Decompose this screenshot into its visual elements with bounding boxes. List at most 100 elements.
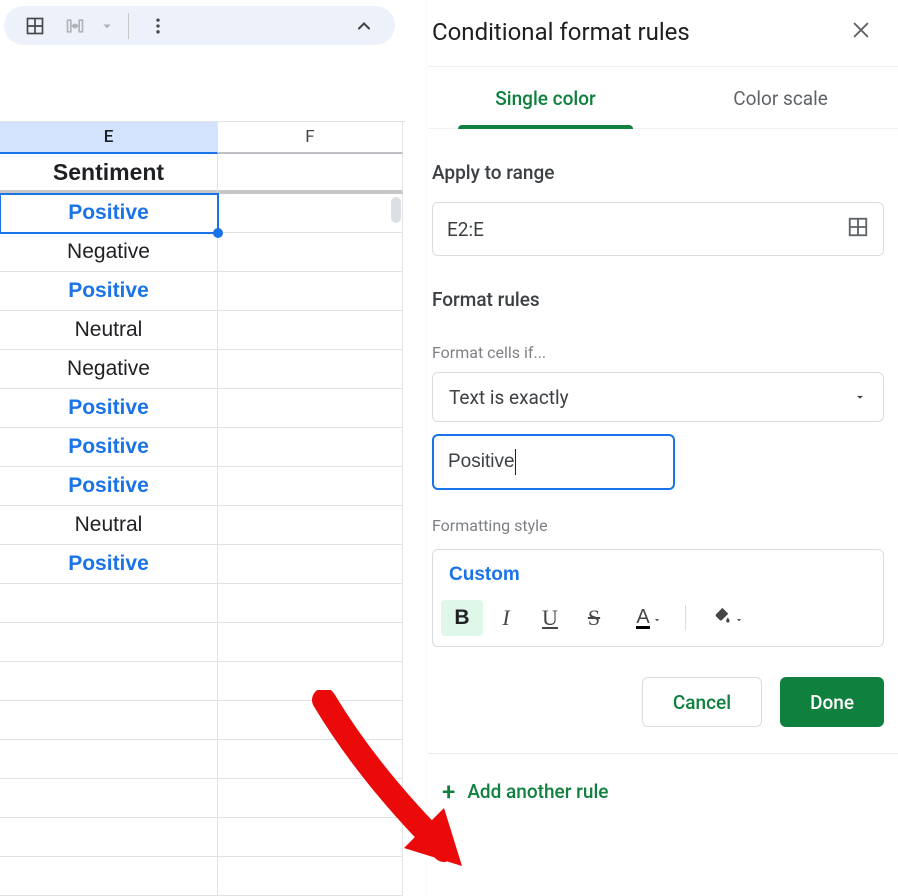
data-cell[interactable]: [218, 311, 403, 350]
data-cell[interactable]: [218, 701, 403, 740]
condition-selected-text: Text is exactly: [449, 386, 569, 409]
data-cell[interactable]: Positive: [0, 194, 218, 233]
add-rule-label: Add another rule: [467, 780, 608, 803]
italic-button[interactable]: I: [485, 600, 527, 636]
header-cell-empty[interactable]: [218, 154, 403, 194]
text-caret: [515, 449, 516, 475]
data-cell[interactable]: [0, 701, 218, 740]
strikethrough-button[interactable]: S: [573, 600, 615, 636]
close-icon[interactable]: [850, 19, 872, 45]
bold-button[interactable]: B: [441, 600, 483, 636]
data-cell[interactable]: [0, 662, 218, 701]
grid: E F Sentiment PositiveNegativePositiveNe…: [0, 121, 405, 896]
header-cell-sentiment[interactable]: Sentiment: [0, 154, 218, 194]
range-input[interactable]: E2:E: [432, 202, 884, 256]
more-icon[interactable]: [141, 9, 175, 43]
data-cell[interactable]: [218, 350, 403, 389]
data-cell[interactable]: [218, 428, 403, 467]
table-row: [0, 701, 405, 740]
toolbar-divider: [128, 13, 129, 39]
table-row: [0, 857, 405, 896]
table-row: [0, 662, 405, 701]
data-cell[interactable]: Neutral: [0, 506, 218, 545]
toolbar-divider: [685, 605, 686, 631]
spreadsheet-area: E F Sentiment PositiveNegativePositiveNe…: [0, 0, 405, 896]
data-cell[interactable]: [218, 740, 403, 779]
data-cell[interactable]: [218, 662, 403, 701]
column-header-f[interactable]: F: [218, 122, 403, 154]
data-cell[interactable]: Positive: [0, 272, 218, 311]
done-button[interactable]: Done: [780, 677, 884, 727]
data-cell[interactable]: [0, 857, 218, 896]
range-value-text: E2:E: [447, 218, 484, 241]
data-cell[interactable]: [218, 272, 403, 311]
data-cell[interactable]: [218, 584, 403, 623]
data-cell[interactable]: [218, 779, 403, 818]
table-row: [0, 779, 405, 818]
table-row: Positive: [0, 272, 405, 311]
table-row: Positive: [0, 545, 405, 584]
style-toolbar: B I U S A: [433, 596, 883, 646]
column-header-e[interactable]: E: [0, 122, 218, 154]
condition-select[interactable]: Text is exactly: [432, 372, 884, 422]
data-cell[interactable]: [218, 467, 403, 506]
data-cell[interactable]: [218, 818, 403, 857]
formatting-style-box: Custom B I U S A: [432, 549, 884, 647]
collapse-toolbar-icon[interactable]: [347, 9, 381, 43]
fill-color-button[interactable]: [696, 600, 754, 636]
data-cell[interactable]: Neutral: [0, 311, 218, 350]
chevron-down-icon: [652, 605, 662, 631]
add-another-rule-button[interactable]: + Add another rule: [432, 754, 884, 803]
conditional-format-panel: Conditional format rules Single color Co…: [427, 0, 898, 896]
table-header-row: Sentiment: [0, 154, 405, 194]
chevron-down-icon: [853, 386, 867, 409]
table-row: Positive: [0, 467, 405, 506]
tab-color-scale[interactable]: Color scale: [663, 67, 898, 128]
table-row: Neutral: [0, 311, 405, 350]
data-cell[interactable]: Positive: [0, 428, 218, 467]
panel-title: Conditional format rules: [432, 18, 690, 46]
table-row: Neutral: [0, 506, 405, 545]
data-cell[interactable]: [218, 506, 403, 545]
grid-select-icon[interactable]: [847, 216, 869, 243]
data-cell[interactable]: Positive: [0, 389, 218, 428]
data-cell[interactable]: [0, 779, 218, 818]
underline-button[interactable]: U: [529, 600, 571, 636]
data-cell[interactable]: Negative: [0, 350, 218, 389]
data-cell[interactable]: Positive: [0, 467, 218, 506]
data-cell[interactable]: [218, 857, 403, 896]
data-cell[interactable]: [218, 545, 403, 584]
data-cell[interactable]: Negative: [0, 233, 218, 272]
format-cells-if-label: Format cells if...: [432, 329, 884, 372]
borders-icon[interactable]: [18, 9, 52, 43]
merge-dropdown-icon: [98, 9, 116, 43]
cancel-button[interactable]: Cancel: [642, 677, 762, 727]
style-name[interactable]: Custom: [433, 550, 883, 596]
data-cell[interactable]: [218, 623, 403, 662]
data-cell[interactable]: [0, 623, 218, 662]
table-row: [0, 623, 405, 662]
table-row: [0, 584, 405, 623]
match-value-input[interactable]: Positive: [432, 434, 675, 490]
data-cell[interactable]: Positive: [0, 545, 218, 584]
tab-single-color[interactable]: Single color: [428, 67, 663, 128]
table-row: [0, 740, 405, 779]
table-row: [0, 818, 405, 857]
format-rules-label: Format rules: [432, 256, 884, 329]
apply-to-range-label: Apply to range: [432, 129, 884, 202]
text-color-button[interactable]: A: [617, 600, 675, 636]
data-cell[interactable]: [218, 389, 403, 428]
merge-cells-icon: [58, 9, 92, 43]
column-headers: E F: [0, 122, 405, 154]
match-value-text: Positive: [448, 451, 515, 473]
data-cell[interactable]: [218, 233, 403, 272]
sheet-toolbar: [4, 6, 395, 45]
table-row: Positive: [0, 194, 405, 233]
data-cell[interactable]: [0, 584, 218, 623]
table-row: Negative: [0, 233, 405, 272]
data-cell[interactable]: [218, 194, 403, 233]
data-cell[interactable]: [0, 818, 218, 857]
data-cell[interactable]: [0, 740, 218, 779]
chevron-down-icon: [734, 605, 744, 631]
table-row: Positive: [0, 389, 405, 428]
